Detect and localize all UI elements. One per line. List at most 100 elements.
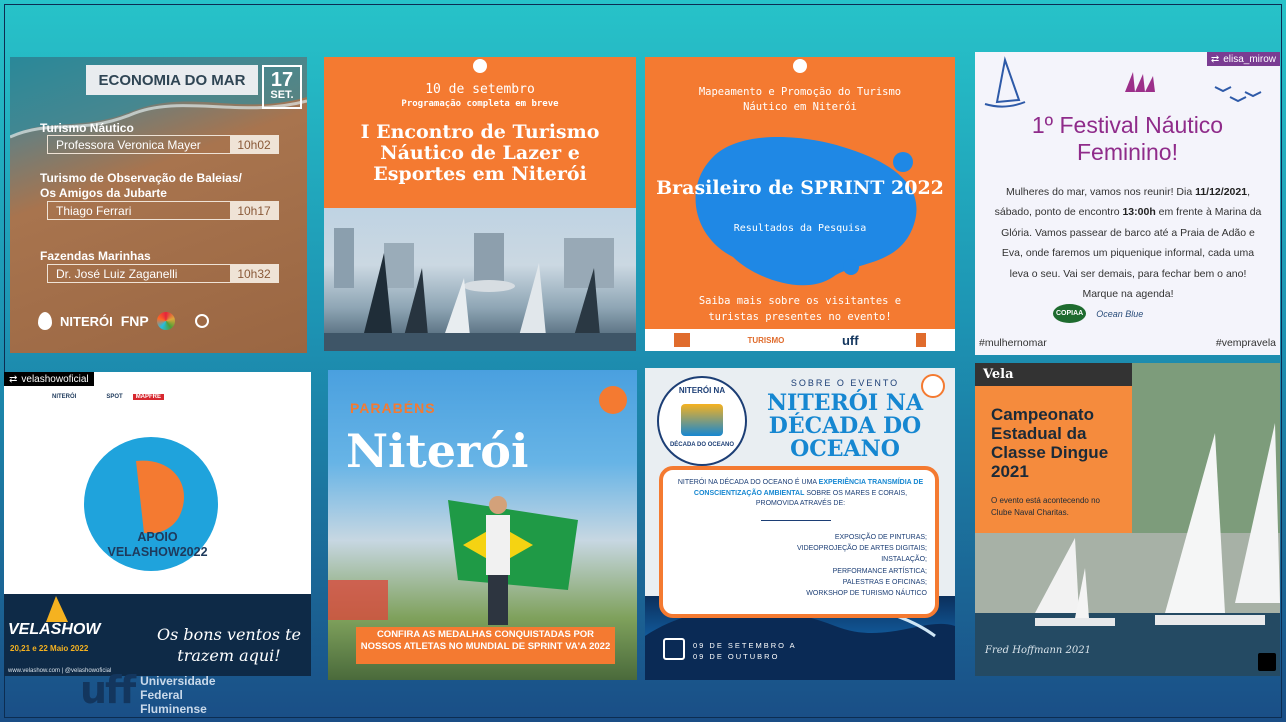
brand-logo-icon [1258, 653, 1276, 671]
post-caption: CONFIRA AS MEDALHAS CONQUISTADAS POR NOS… [356, 627, 615, 664]
divider [761, 520, 831, 521]
event-date: 10 de setembro [425, 82, 535, 97]
hashtag: #vempravela [1215, 337, 1276, 349]
list-item: INSTALAÇÃO; [881, 556, 927, 564]
post-parabens-niteroi[interactable]: PARABÉNS Niterói CONFIRA AS MEDALHAS CON… [328, 370, 637, 680]
post-decada-oceano[interactable]: NITERÓI NA DÉCADA DO OCEANO SOBRE O EVEN… [645, 368, 955, 680]
post-vela-campeonato[interactable]: Vela Campeonato Estadual da Classe Dingu… [975, 363, 1280, 676]
post-kicker: SOBRE O EVENTO [790, 378, 900, 388]
ods-logo-icon [156, 312, 175, 330]
athlete-photo [328, 496, 578, 625]
event-time: 13:00h [1122, 206, 1156, 219]
ocean-blue-logo: Ocean Blue [1096, 308, 1144, 319]
niteroi-logo: NITERÓI [60, 313, 113, 329]
speaker-name: Thiago Ferrari [56, 203, 132, 218]
time-slot: 10h32 [230, 264, 278, 283]
uff-mark: uff [80, 668, 136, 712]
decada-seal: NITERÓI NA DÉCADA DO OCEANO [657, 376, 747, 466]
post-festival-nautico[interactable]: ⇄ elisa_mirow 1º Festival Náutico Femini… [975, 52, 1280, 355]
speaker-name: Professora Veronica Mayer [56, 137, 201, 152]
repost-icon: ⇄ [9, 373, 18, 385]
sponsor-logos: NITERÓI SPOT MAPFRE [52, 394, 165, 400]
fnp-logo: FNP [120, 313, 149, 329]
post-sprint-pesquisa[interactable]: Mapeamento e Promoção do Turismo Náutico… [645, 57, 955, 351]
section-title: Turismo Náutico [40, 121, 134, 135]
uff-logo: uff Universidade Federal Fluminense [80, 668, 216, 717]
date-day: 17 [270, 69, 294, 91]
post-body: Mulheres do mar, vamos nos reunir! Dia 1… [994, 186, 1262, 301]
post-header: ECONOMIA DO MAR [86, 65, 258, 95]
post-title: Campeonato Estadual da Classe Dingue 202… [991, 405, 1109, 482]
mapfre-logo: MAPFRE [132, 394, 165, 400]
seal-top-text: NITERÓI NA [678, 386, 726, 395]
blue-blob-shape [695, 137, 917, 286]
time-slot: 10h02 [230, 135, 278, 154]
time-slot: 10h17 [230, 201, 278, 220]
turismo-logo: TURISMO [747, 335, 785, 345]
section-title: Turismo de Observação de Baleias/ Os Ami… [40, 171, 242, 200]
post-velashow[interactable]: ⇄ velashowoficial NITERÓI SPOT MAPFRE AP… [4, 372, 311, 676]
drop-logo-icon [38, 312, 52, 330]
slogan: Os bons ventos te trazem aqui! [157, 625, 301, 665]
apoio-label: APOIO VELASHOW2022 [107, 530, 208, 559]
seal-bottom-text: DÉCADA DO OCEANO [669, 442, 735, 448]
post-subtitle: Resultados da Pesquisa [733, 223, 867, 234]
hand-icon [194, 314, 209, 328]
sailboats-illustration [324, 228, 636, 351]
post-title: Brasileiro de SPRINT 2022 [656, 177, 944, 199]
event-title: I Encontro de Turismo Náutico de Lazer e… [360, 121, 600, 185]
category-label: Vela [975, 363, 1132, 386]
calendar-icon [663, 638, 685, 660]
speaker-row: Thiago Ferrari 10h17 [47, 201, 279, 220]
description-text: NITERÓI NA DÉCADA DO OCEANO É UMA EXPERI… [677, 479, 924, 507]
sponsor-logos: NITERÓI FNP [38, 312, 209, 330]
spot-logo: SPOT [106, 394, 123, 400]
partner-logo-icon [673, 333, 690, 347]
partner-logo-icon [916, 333, 927, 347]
post-heading: Mapeamento e Promoção do Turismo Náutico… [698, 86, 902, 114]
brand-logo-icon [473, 59, 487, 73]
partner-strip: TURISMO uff [645, 329, 955, 351]
brand-logo-icon [793, 59, 807, 73]
post-title: NITERÓI NA DÉCADA DO OCEANO [766, 390, 924, 463]
post-title: Niterói [346, 424, 529, 478]
post-economia-do-mar[interactable]: ECONOMIA DO MAR 17 SET. Turismo Náutico … [10, 57, 307, 353]
list-item: PERFORMANCE ARTÍSTICA; [832, 567, 927, 575]
date-badge: 17 SET. [262, 65, 302, 109]
account-name: velashowoficial [21, 373, 89, 385]
list-item: EXPOSIÇÃO DE PINTURAS; [834, 534, 927, 541]
niteroi-logo: NITERÓI [52, 394, 77, 400]
list-item: PALESTRAS E OFICINAS; [842, 578, 927, 586]
post-title: 1º Festival Náutico Feminino! [1031, 112, 1224, 166]
date-month: SET. [270, 89, 294, 101]
title-card: Vela Campeonato Estadual da Classe Dingu… [975, 363, 1132, 533]
post-footer: Saiba mais sobre os visitantes e turista… [698, 295, 902, 324]
description-box: NITERÓI NA DÉCADA DO OCEANO É UMA EXPERI… [659, 466, 939, 618]
event-date: 11/12/2021 [1195, 186, 1248, 198]
sail-birds-decoration [984, 56, 1262, 108]
photographer-signature: Fred Hoffmann 2021 [985, 645, 1091, 656]
hashtag: #mulhernomar [979, 337, 1047, 349]
activity-list: EXPOSIÇÃO DE PINTURAS; VIDEOPROJEÇÃO DE … [797, 532, 927, 599]
speaker-row: Professora Veronica Mayer 10h02 [47, 135, 279, 154]
brand-logo-icon [599, 386, 627, 414]
post-encontro-turismo[interactable]: 10 de setembro Programação completa em b… [324, 57, 636, 351]
post-kicker: PARABÉNS [350, 400, 436, 416]
list-item: VIDEOPROJEÇÃO DE ARTES DIGITAIS; [796, 545, 927, 553]
repost-tag[interactable]: ⇄ velashowoficial [4, 372, 94, 386]
sponsor-logos: COPIAA Ocean Blue [1053, 304, 1143, 323]
post-subtitle: O evento está acontecendo no Clube Naval… [991, 496, 1100, 517]
seal-art-icon [681, 404, 723, 436]
regatta-photo [324, 208, 636, 351]
speaker-row: Dr. José Luiz Zaganelli 10h32 [47, 264, 279, 283]
uff-name: Universidade Federal Fluminense [140, 674, 216, 717]
velashow-brand: VELASHOW [8, 621, 101, 638]
list-item: WORKSHOP DE TURISMO NÁUTICO [806, 589, 927, 597]
velashow-dates: 20,21 e 22 Maio 2022 [10, 644, 89, 653]
sail-icon [46, 596, 68, 622]
event-subtitle: Programação completa em breve [401, 99, 559, 109]
event-dates: 09 DE SETEMBRO A 09 DE OUTUBRO [693, 641, 797, 662]
speaker-name: Dr. José Luiz Zaganelli [56, 266, 178, 281]
copiaa-logo: COPIAA [1053, 304, 1087, 323]
uff-logo: uff [841, 332, 859, 348]
